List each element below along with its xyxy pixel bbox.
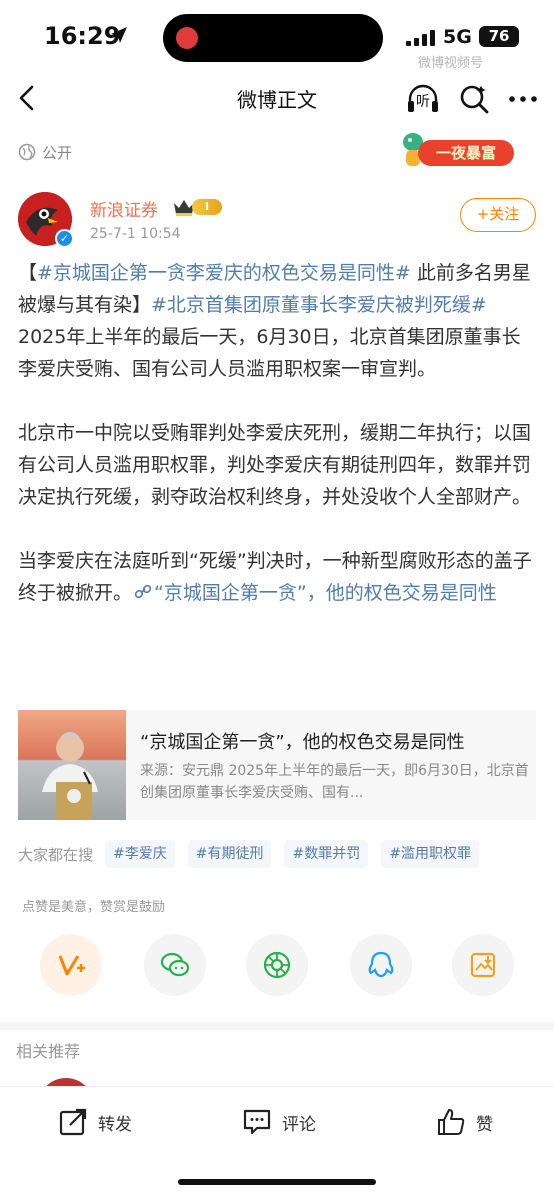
dynamic-island [163,14,383,62]
share-qq-button[interactable] [350,934,412,996]
article-card-description: 来源：安元鼎 2025年上半年的最后一天，即6月30日，北京首创集团原董事长李爱… [140,763,529,801]
battery-icon: 76 [479,26,519,47]
post-body: 【#京城国企第一贪李爱庆的权色交易是同性# 此前多名男星被爆与其有染】#北京首集… [18,257,536,609]
hot-search-row: 大家都在搜 #李爱庆 #有期徒刑 #数罪并罚 #滥用职权罪 [18,840,492,868]
signal-icon [406,30,436,46]
visibility-indicator: 公开 [18,141,72,163]
article-link[interactable]: “京城国企第一贪”，他的权色交易是同性 [132,582,497,604]
author-name[interactable]: 新浪证券 [90,196,158,221]
recording-dot-icon [176,27,198,49]
verified-badge: ✓ [55,229,74,248]
qq-icon [368,951,394,978]
nav-bar: 微博正文 听 [0,74,554,124]
person-podium-image [42,732,98,820]
vip-level-label: I [192,199,222,215]
text-span: 2025年上半年的最后一天，6月30日，北京首集团原董事长李爱庆受贿、国有公司人… [18,326,521,380]
comment-icon [243,1109,271,1135]
status-bar: 16:29 5G 76 微博视频号 [0,0,554,74]
link-chain-icon [134,584,152,599]
topic-link-1[interactable]: #京城国企第一贪李爱庆的权色交易是同性# [37,262,411,284]
repost-button[interactable]: 转发 [58,1107,132,1137]
save-image-button[interactable] [452,934,514,996]
globe-icon [18,143,36,161]
post-timestamp: 25-7-1 10:54 [90,226,181,242]
hot-search-tag[interactable]: #滥用职权罪 [381,840,479,868]
article-link-label: “京城国企第一贪”，他的权色交易是同性 [154,582,497,604]
more-button[interactable] [506,82,540,116]
listen-label: 听 [416,94,430,110]
listen-button[interactable]: 听 [406,82,440,116]
moments-icon [263,951,291,979]
promo-banner[interactable]: 一夜暴富 [396,128,522,170]
paragraph-2: 北京市一中院以受贿罪判处李爱庆死刑，缓期二年执行；以国有公司人员滥用职权罪，判处… [18,422,532,508]
comment-button[interactable]: 评论 [242,1107,316,1137]
share-moments-button[interactable] [246,934,308,996]
hot-search-tag[interactable]: #有期徒刑 [187,840,272,868]
paragraph-3: 当李爱庆在法庭听到“死缓”判决时，一种新型腐败形态的盖子终于被掀开。 “京城国企第… [18,545,536,609]
verified-check-icon: ✓ [57,231,72,246]
search-button[interactable] [457,82,491,116]
vplus-icon [58,955,85,976]
wechat-icon [160,952,190,977]
watermark: 微博视频号 [418,56,484,71]
share-weibo-vplus-button[interactable] [40,934,102,996]
comment-label: 评论 [282,1114,316,1135]
hot-search-label: 大家都在搜 [18,845,94,864]
follow-button[interactable]: +关注 [460,198,536,232]
article-card-title: “京城国企第一贪”，他的权色交易是同性 [140,732,465,753]
network-type: 5G [443,26,472,48]
topic-link-2[interactable]: #北京首集团原董事长李爱庆被判死缓# [151,294,487,316]
article-card[interactable]: “京城国企第一贪”，他的权色交易是同性 来源：安元鼎 2025年上半年的最后一天… [18,710,536,820]
section-divider [0,1022,554,1030]
paragraph-1: 【#京城国企第一贪李爱庆的权色交易是同性# 此前多名男星被爆与其有染】#北京首集… [18,257,536,385]
share-row [40,934,520,996]
like-button[interactable]: 赞 [436,1107,493,1137]
share-wechat-button[interactable] [144,934,206,996]
hot-search-tag[interactable]: #李爱庆 [105,840,175,868]
vip-level-badge[interactable]: I [172,197,222,217]
bottom-action-bar: 转发 评论 赞 [0,1086,554,1200]
repost-icon [59,1108,87,1136]
hot-search-tag[interactable]: #数罪并罚 [284,840,369,868]
promo-label: 一夜暴富 [418,140,514,166]
home-indicator[interactable] [178,1179,376,1185]
visibility-label: 公开 [42,143,73,162]
save-image-icon [470,952,496,978]
text-span: 【 [18,262,38,284]
article-thumbnail [18,710,126,820]
clock: 16:29 [44,22,121,50]
location-arrow-icon [111,27,127,43]
search-icon [460,85,489,114]
appreciate-hint: 点赞是美意，赞赏是鼓励 [22,900,166,915]
repost-label: 转发 [98,1114,132,1135]
more-dots-icon [509,96,537,102]
related-header: 相关推荐 [16,1042,81,1061]
thumbs-up-icon [438,1109,465,1135]
like-label: 赞 [476,1114,493,1135]
